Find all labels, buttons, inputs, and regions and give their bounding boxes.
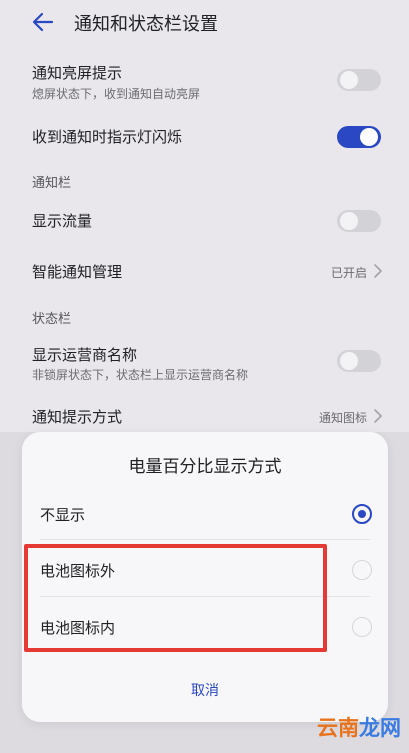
- notify-method-label: 通知提示方式: [32, 408, 123, 426]
- carrier-name-desc: 非锁屏状态下，状态栏上显示运营商名称: [32, 368, 249, 382]
- smart-notification-value: 已开启: [330, 266, 367, 280]
- page-title: 通知和状态栏设置: [74, 14, 218, 35]
- led-blink-toggle[interactable]: [337, 126, 381, 148]
- notify-method-value: 通知图标: [318, 411, 367, 425]
- watermark-part2: 龙网: [359, 716, 401, 740]
- option-hide[interactable]: 不显示: [22, 490, 388, 538]
- settings-screen: 通知和状态栏设置 通知亮屏提示 熄屏状态下，收到通知自动亮屏 收到通知时指示灯闪…: [0, 0, 409, 753]
- carrier-name-label: 显示运营商名称: [32, 346, 138, 364]
- header: 通知和状态栏设置: [0, 0, 409, 48]
- smart-notification-label: 智能通知管理: [32, 263, 123, 281]
- screen-on-label: 通知亮屏提示: [32, 64, 123, 82]
- back-arrow-icon[interactable]: [30, 9, 56, 35]
- radio-unselected-icon[interactable]: [352, 560, 372, 580]
- watermark-part1: 云南: [317, 716, 359, 740]
- option-label: 不显示: [40, 506, 86, 524]
- screen-on-toggle[interactable]: [337, 69, 381, 91]
- radio-unselected-icon[interactable]: [352, 617, 372, 637]
- chevron-right-icon: [374, 264, 382, 278]
- show-traffic-label: 显示流量: [32, 212, 93, 230]
- chevron-right-icon: [374, 409, 382, 423]
- show-traffic-row[interactable]: 显示流量: [0, 204, 409, 238]
- carrier-name-toggle[interactable]: [337, 350, 381, 372]
- screen-on-row[interactable]: 通知亮屏提示 熄屏状态下，收到通知自动亮屏: [0, 58, 409, 104]
- screen-on-desc: 熄屏状态下，收到通知自动亮屏: [32, 87, 201, 101]
- led-blink-row[interactable]: 收到通知时指示灯闪烁: [0, 120, 409, 154]
- status-bar-section-title: 状态栏: [32, 312, 72, 327]
- radio-selected-icon[interactable]: [352, 504, 372, 524]
- divider: [40, 539, 370, 540]
- watermark-logo: 云南龙网: [317, 712, 401, 742]
- dialog-title: 电量百分比显示方式: [128, 457, 282, 477]
- highlight-box: [24, 544, 327, 652]
- show-traffic-toggle[interactable]: [337, 210, 381, 232]
- cancel-button[interactable]: 取消: [40, 673, 370, 709]
- smart-notification-row[interactable]: 智能通知管理 已开启: [0, 254, 409, 288]
- led-blink-label: 收到通知时指示灯闪烁: [32, 128, 183, 146]
- notify-method-row[interactable]: 通知提示方式 通知图标: [0, 402, 409, 432]
- carrier-name-row[interactable]: 显示运营商名称 非锁屏状态下，状态栏上显示运营商名称: [0, 340, 409, 386]
- notification-bar-section-title: 通知栏: [32, 176, 72, 191]
